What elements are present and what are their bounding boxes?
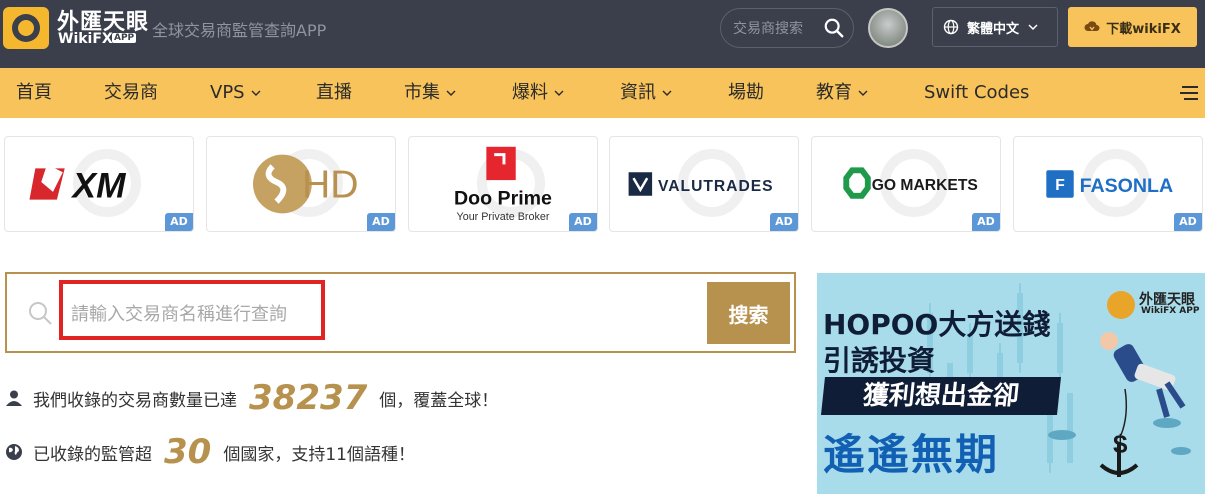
ad-card-fasonla[interactable]: F FASONLA AD	[1013, 136, 1203, 232]
ad-badge: AD	[165, 213, 193, 231]
ad-card-valutrades[interactable]: VALUTRADES AD	[609, 136, 799, 232]
header-tagline: 全球交易商監管查詢APP	[152, 21, 327, 40]
nav-item-survey[interactable]: 場勘	[728, 68, 764, 118]
search-icon[interactable]	[823, 17, 845, 39]
main-nav: 首頁 交易商 VPS 直播 市集 爆料 資訊 場勘 教育 Swift Codes	[0, 68, 1205, 118]
chevron-down-icon	[446, 90, 456, 96]
doo-prime-text: Doo Prime	[454, 188, 552, 210]
broker-count-suffix: 個，覆蓋全球！	[379, 390, 499, 411]
banner-headline-2: 引誘投資	[823, 344, 936, 377]
broker-search-box: 請輸入交易商名稱進行查詢 搜索	[5, 272, 796, 353]
nav-label: 直播	[316, 82, 352, 103]
header-search-placeholder: 交易商搜索	[733, 21, 803, 37]
ad-badge: AD	[972, 213, 1000, 231]
nav-item-education[interactable]: 教育	[816, 68, 869, 118]
top-header: 外匯天眼 WikiFX APP 全球交易商監管查詢APP 交易商搜索 繁體中文 …	[0, 0, 1205, 68]
download-label: 下載wikiFX	[1106, 21, 1181, 37]
ad-badge: AD	[1174, 213, 1202, 231]
cloud-download-icon	[1084, 21, 1100, 31]
globe-icon	[943, 19, 959, 35]
regulator-count-value: 30	[164, 432, 212, 472]
ad-card-hd[interactable]: HD AD	[206, 136, 396, 232]
chevron-down-icon	[662, 90, 672, 96]
nav-item-brokers[interactable]: 交易商	[104, 68, 158, 118]
nav-label: Swift Codes	[924, 82, 1030, 103]
nav-label: 交易商	[104, 82, 158, 103]
wikifx-logo-icon[interactable]	[3, 7, 49, 49]
globe-icon	[6, 444, 22, 460]
hd-logo-text: HD	[302, 164, 359, 207]
nav-label: VPS	[210, 82, 245, 103]
header-search-input[interactable]: 交易商搜索	[720, 8, 854, 48]
hamburger-menu-icon[interactable]	[1180, 85, 1198, 101]
user-avatar[interactable]	[868, 8, 908, 48]
chevron-down-icon	[251, 90, 261, 96]
nav-item-market[interactable]: 市集	[404, 68, 457, 118]
regulator-count-prefix: 已收錄的監管超	[33, 444, 152, 465]
ad-card-go-markets[interactable]: GO MARKETS AD	[811, 136, 1001, 232]
download-app-button[interactable]: 下載wikiFX	[1068, 7, 1197, 47]
chevron-down-icon	[554, 90, 564, 96]
regulator-count-stat: 已收錄的監管超 30 個國家，支持11個語種！	[5, 432, 415, 472]
nav-label: 市集	[404, 82, 440, 103]
banner-headline-1: HOPOO大方送錢	[823, 308, 1051, 341]
broker-search-input[interactable]: 請輸入交易商名稱進行查詢	[71, 300, 287, 326]
language-selector[interactable]: 繁體中文	[932, 7, 1058, 47]
nav-label: 首頁	[16, 82, 52, 103]
chevron-down-icon	[858, 90, 868, 96]
nav-item-swift-codes[interactable]: Swift Codes	[924, 68, 1029, 118]
nav-item-home[interactable]: 首頁	[16, 68, 52, 118]
search-icon	[29, 302, 52, 325]
brand-name-en[interactable]: WikiFX	[58, 31, 113, 47]
nav-label: 教育	[816, 82, 852, 103]
nav-label: 資訊	[620, 82, 656, 103]
broker-count-stat: 我們收錄的交易商數量已達 38237 個，覆蓋全球！	[5, 378, 498, 418]
banner-headline-3: 獲利想出金卻	[821, 377, 1061, 415]
nav-label: 場勘	[728, 82, 764, 103]
search-button[interactable]: 搜索	[707, 282, 790, 344]
nav-item-vps[interactable]: VPS	[210, 68, 262, 118]
xm-logo-text: XM	[71, 167, 127, 206]
user-icon	[6, 390, 22, 406]
broker-count-value: 38237	[249, 378, 368, 418]
ad-card-doo-prime[interactable]: Doo Prime Your Private Broker AD	[408, 136, 598, 232]
language-label: 繁體中文	[967, 21, 1020, 37]
valutrades-text: VALUTRADES	[658, 178, 774, 195]
broker-count-prefix: 我們收錄的交易商數量已達	[33, 390, 237, 411]
banner-wikifx-logo: 外匯天眼 WikiFX APP	[1103, 287, 1201, 321]
banner-headline-4: 遙遙無期	[823, 430, 1000, 479]
doo-prime-sub: Your Private Broker	[457, 211, 550, 223]
svg-text:F: F	[1055, 177, 1065, 194]
ad-card-xm[interactable]: XM AD	[4, 136, 194, 232]
diver-illustration: $	[1099, 332, 1186, 477]
nav-item-exposure[interactable]: 爆料	[512, 68, 565, 118]
nav-item-live[interactable]: 直播	[316, 68, 352, 118]
brand-app-tag: APP	[112, 33, 137, 43]
ad-badge: AD	[367, 213, 395, 231]
nav-label: 爆料	[512, 82, 548, 103]
regulator-count-suffix: 個國家，支持11個語種！	[223, 444, 415, 465]
nav-item-news[interactable]: 資訊	[620, 68, 673, 118]
chevron-down-icon	[1028, 24, 1038, 31]
promo-banner[interactable]: 外匯天眼 WikiFX APP $ HOPOO大方送錢 引誘投資 獲利想出金卻 …	[817, 273, 1205, 494]
ad-badge: AD	[770, 213, 798, 231]
go-markets-text: GO MARKETS	[872, 177, 978, 194]
banner-logo-en: WikiFX APP	[1141, 306, 1200, 316]
fasonla-text: FASONLA	[1080, 175, 1174, 197]
ad-badge: AD	[569, 213, 597, 231]
